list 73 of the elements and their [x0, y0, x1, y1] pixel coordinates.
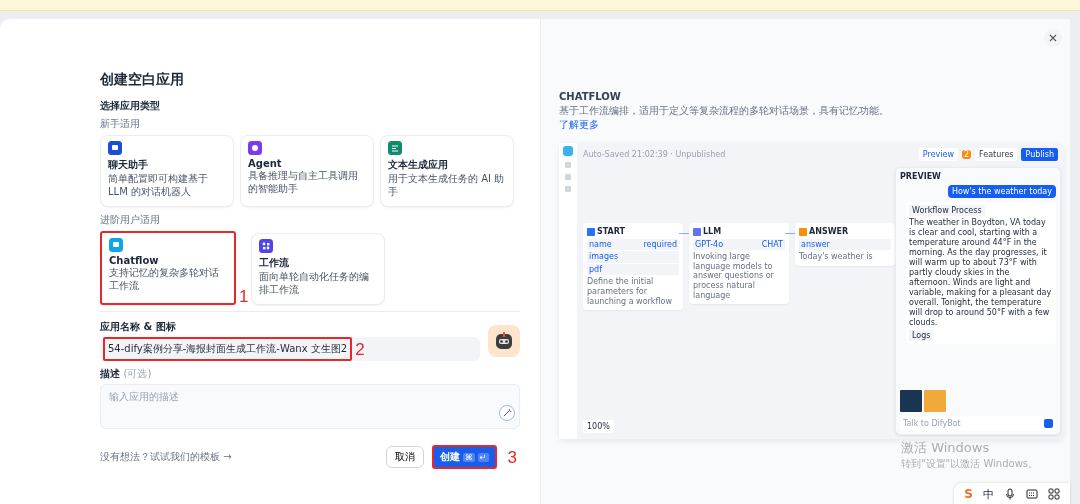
card-description: 简单配置即可构建基于 LLM 的对话机器人: [108, 173, 209, 198]
node-note: Today's weather is: [799, 252, 874, 262]
card-description: 用于文本生成任务的 AI 助手: [388, 173, 506, 198]
card-title: 文本生成应用: [388, 158, 449, 172]
photo-placeholder: [924, 390, 946, 412]
publish-button[interactable]: Publish: [1021, 148, 1058, 161]
preview-title: CHATFLOW: [559, 91, 622, 102]
photo-placeholder: [900, 390, 922, 412]
node-title: ANSWER: [809, 227, 849, 237]
node-note: Define the initial parameters for launching a workflow: [587, 277, 673, 307]
ime-logo: S: [964, 487, 973, 501]
microphone-icon[interactable]: [1004, 488, 1016, 500]
keyboard-icon[interactable]: [1026, 488, 1038, 500]
learn-more-link[interactable]: 了解更多: [559, 118, 599, 130]
magic-wand-icon[interactable]: [499, 405, 515, 421]
ime-mode[interactable]: 中: [983, 486, 994, 502]
app-type-card[interactable]: Agent 具备推理与自主工具调用的智能助手: [240, 135, 374, 207]
field-tag: required: [643, 239, 677, 250]
node-field: name: [589, 239, 612, 250]
dialog-title: 创建空白应用: [100, 71, 185, 89]
app-type-card[interactable]: 文本生成应用 用于文本生成任务的 AI 助手: [380, 135, 514, 207]
chat-title: PREVIEW: [900, 172, 942, 181]
app-type-card[interactable]: 聊天助手 简单配置即可构建基于 LLM 的对话机器人: [100, 135, 234, 207]
card-description: 支持记忆的复杂多轮对话工作流: [109, 267, 220, 292]
robot-icon: [493, 330, 515, 352]
node-icon: [799, 227, 807, 236]
group-label: 新手适用: [100, 117, 141, 131]
app-type-card[interactable]: 工作流 面向单轮自动化任务的编排工作流: [251, 233, 386, 305]
field-label: 应用名称 & 图标: [100, 320, 177, 334]
notification-badge: 2: [962, 150, 972, 159]
cancel-button[interactable]: 取消: [385, 446, 424, 468]
card-title: 聊天助手: [108, 158, 149, 172]
node-icon: [587, 227, 595, 236]
annotation-number: 3: [506, 448, 518, 466]
section-heading: 选择应用类型: [100, 99, 161, 113]
app-name-value: 54-dify案例分享-海报封面生成工作流-Wanx 文生图2: [103, 337, 353, 361]
field-tag: CHAT: [761, 239, 783, 250]
node-field: pdf: [589, 264, 602, 275]
node-title: START: [597, 227, 626, 237]
card-title: Agent: [248, 158, 283, 169]
zoom-control[interactable]: 100%: [583, 420, 614, 433]
create-button[interactable]: 创建 ⌘ ↵: [431, 445, 497, 469]
close-button[interactable]: [1044, 29, 1062, 47]
template-link[interactable]: 没有想法？试试我们的模板 →: [100, 450, 232, 464]
activation-hint: 转到"设置"以激活 Windows。: [901, 457, 1039, 471]
preview-description: 基于工作流编排，适用于定义等复杂流程的多轮对话场景，具有记忆功能。 了解更多: [559, 104, 889, 131]
card-description: 面向单轮自动化任务的编排工作流: [259, 271, 371, 296]
app-logo-icon: [563, 146, 573, 156]
card-title: Chatflow: [109, 255, 160, 266]
grid-icon[interactable]: [1048, 488, 1060, 500]
node-field: GPT-4o: [695, 239, 724, 250]
process-label: Workflow Process: [909, 205, 985, 216]
app-icon-picker[interactable]: [488, 325, 520, 357]
close-icon: [1049, 34, 1057, 42]
node-title: LLM: [703, 227, 722, 237]
group-label: 进阶用户适用: [100, 213, 161, 227]
save-status: Auto-Saved 21:02:39 · Unpublished: [583, 150, 726, 159]
card-title: 工作流: [259, 256, 291, 270]
features-button[interactable]: Features: [975, 148, 1018, 161]
description-field[interactable]: 输入应用的描述: [100, 384, 520, 429]
field-label: 描述 (可选): [100, 367, 153, 381]
node-note: Invoking large language models to answer questions or process natural language: [693, 252, 775, 301]
annotation-number: 2: [354, 340, 366, 358]
logs-button[interactable]: Logs: [909, 330, 934, 341]
annotation-number: 1: [238, 288, 250, 305]
card-description: 具备推理与自主工具调用的智能助手: [248, 170, 359, 195]
app-name-field[interactable]: 54-dify案例分享-海报封面生成工作流-Wanx 文生图2 2: [100, 337, 480, 361]
answer-text: The weather in Boydton, VA today is clear and cool, starting with a temperature around 44°F in the morning. As the day progresses, it will warm up to about 73°F with partly cloudy skies in the afternoon. Winds are light and variable, making for a pleasant day overall. Tonight, the temperature will drop to around 50°F with a few clouds.: [909, 218, 1053, 328]
activation-title: 激活 Windows: [901, 439, 991, 457]
preview-run-button[interactable]: Preview: [918, 148, 958, 161]
app-type-card[interactable]: Chatflow 支持记忆的复杂多轮对话工作流: [100, 231, 236, 305]
node-icon: [693, 227, 701, 236]
user-message: How's the weather today: [947, 185, 1056, 198]
